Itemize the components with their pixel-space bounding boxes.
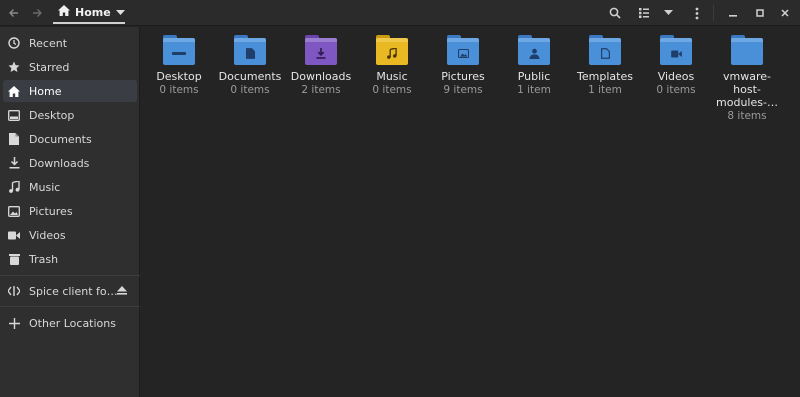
file-item-templates[interactable]: Templates 1 item xyxy=(567,35,643,97)
folder-icon xyxy=(376,35,408,65)
path-bar-label: Home xyxy=(75,5,111,19)
file-name: Pictures xyxy=(441,70,485,83)
folder-icon xyxy=(234,35,266,65)
download-icon xyxy=(8,157,20,169)
sidebar-item-label: Other Locations xyxy=(29,316,116,330)
file-item-vmware-host-modules[interactable]: vmware- host- modules-… 8 items xyxy=(709,35,785,123)
sidebar-item-desktop[interactable]: Desktop xyxy=(3,104,137,126)
home-icon xyxy=(8,85,20,97)
file-name: Public xyxy=(517,70,551,83)
sidebar-item-label: Music xyxy=(29,180,61,194)
forward-arrow-icon[interactable] xyxy=(29,3,45,23)
file-count: 2 items xyxy=(301,84,341,96)
clock-icon xyxy=(8,37,20,49)
sidebar-item-label: Documents xyxy=(29,132,92,146)
plus-icon xyxy=(8,317,20,329)
download-icon xyxy=(305,42,337,65)
spice-share-icon xyxy=(8,285,20,297)
person-icon xyxy=(518,42,550,65)
header-bar: Home xyxy=(0,0,800,26)
file-name: Documents xyxy=(218,70,282,83)
file-item-videos[interactable]: Videos 0 items xyxy=(638,35,714,97)
document-icon xyxy=(234,42,266,65)
file-name: Videos xyxy=(657,70,695,83)
sidebar-item-recent[interactable]: Recent xyxy=(3,32,137,54)
file-count: 0 items xyxy=(230,84,270,96)
file-count: 1 item xyxy=(588,84,622,96)
music-icon xyxy=(376,42,408,65)
template-icon xyxy=(589,42,621,65)
eject-icon[interactable] xyxy=(117,285,127,298)
folder-icon xyxy=(305,35,337,65)
file-name: Desktop xyxy=(156,70,202,83)
sidebar-item-music[interactable]: Music xyxy=(3,176,137,198)
file-count: 8 items xyxy=(727,110,767,122)
folder-icon xyxy=(589,35,621,65)
sidebar-item-documents[interactable]: Documents xyxy=(3,128,137,150)
sidebar-item-videos[interactable]: Videos xyxy=(3,224,137,246)
file-name: Templates xyxy=(577,70,633,83)
folder-icon xyxy=(163,35,195,65)
desktop-icon xyxy=(8,109,20,121)
home-icon xyxy=(58,5,70,19)
sidebar-item-label: Starred xyxy=(29,60,70,74)
sidebar-item-label: Trash xyxy=(29,252,59,266)
path-bar-home-button[interactable]: Home xyxy=(53,2,125,24)
folder-icon xyxy=(518,35,550,65)
sidebar-item-label: Downloads xyxy=(29,156,90,170)
file-count: 9 items xyxy=(443,84,483,96)
sidebar-item-pictures[interactable]: Pictures xyxy=(3,200,137,222)
file-item-pictures[interactable]: Pictures 9 items xyxy=(425,35,501,97)
sidebar-item-downloads[interactable]: Downloads xyxy=(3,152,137,174)
file-count: 0 items xyxy=(656,84,696,96)
file-item-documents[interactable]: Documents 0 items xyxy=(212,35,288,97)
folder-icon xyxy=(447,35,479,65)
star-icon xyxy=(8,61,20,73)
minimize-icon[interactable] xyxy=(725,3,741,23)
sidebar-separator xyxy=(0,275,140,276)
view-options-chevron-icon[interactable] xyxy=(660,3,676,23)
close-icon[interactable] xyxy=(777,3,793,23)
folder-icon xyxy=(660,35,692,65)
file-item-downloads[interactable]: Downloads 2 items xyxy=(283,35,359,97)
music-icon xyxy=(8,181,20,193)
sidebar-item-label: Recent xyxy=(29,36,68,50)
sidebar-item-label: Pictures xyxy=(29,204,73,218)
chevron-down-icon[interactable] xyxy=(115,6,125,19)
sidebar-item-label: Desktop xyxy=(29,108,75,122)
video-icon xyxy=(660,42,692,65)
picture-icon xyxy=(447,42,479,65)
search-icon[interactable] xyxy=(606,3,624,23)
sidebar-item-trash[interactable]: Trash xyxy=(3,248,137,270)
maximize-icon[interactable] xyxy=(752,3,768,23)
file-count: 0 items xyxy=(372,84,412,96)
back-arrow-icon[interactable] xyxy=(6,3,22,23)
sidebar-item-starred[interactable]: Starred xyxy=(3,56,137,78)
file-name: Music xyxy=(376,70,408,83)
picture-icon xyxy=(8,205,20,217)
view-list-icon[interactable] xyxy=(636,3,654,23)
file-item-music[interactable]: Music 0 items xyxy=(354,35,430,97)
menu-kebab-icon[interactable] xyxy=(690,3,704,23)
document-icon xyxy=(8,133,20,145)
folder-icon xyxy=(731,35,763,65)
file-item-desktop[interactable]: Desktop 0 items xyxy=(141,35,217,97)
file-name: vmware- host- modules-… xyxy=(716,70,778,109)
file-grid: Desktop 0 items Documents 0 items Downlo… xyxy=(141,27,800,397)
sidebar-item-spice-client[interactable]: Spice client fo… xyxy=(3,280,137,302)
trash-icon xyxy=(8,253,20,265)
sidebar-item-other-locations[interactable]: Other Locations xyxy=(3,312,137,334)
video-icon xyxy=(8,229,20,241)
sidebar-item-home[interactable]: Home xyxy=(3,80,137,102)
sidebar: Recent Starred Home Desktop Documents Do… xyxy=(0,27,140,397)
sidebar-separator xyxy=(0,306,140,307)
sidebar-item-label: Spice client fo… xyxy=(29,284,118,298)
file-name: Downloads xyxy=(290,70,352,83)
file-count: 0 items xyxy=(159,84,199,96)
sidebar-item-label: Home xyxy=(29,84,62,98)
file-count: 1 item xyxy=(517,84,551,96)
header-separator xyxy=(713,5,714,21)
sidebar-item-label: Videos xyxy=(29,228,66,242)
file-item-public[interactable]: Public 1 item xyxy=(496,35,572,97)
